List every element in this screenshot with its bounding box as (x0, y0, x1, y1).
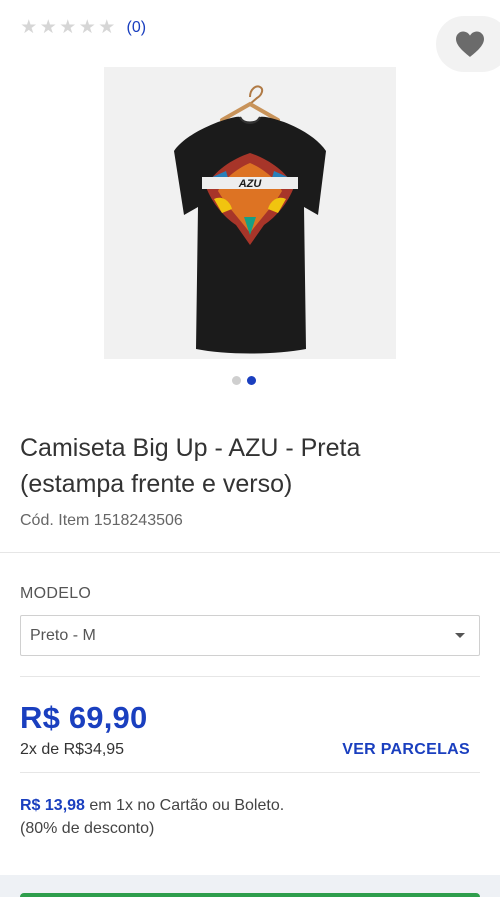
installments-text: 2x de R$34,95 (20, 741, 125, 758)
heart-icon (456, 31, 484, 57)
favorite-button[interactable] (436, 16, 500, 72)
modelo-selected-value: Preto - M (30, 626, 96, 644)
buy-button[interactable] (20, 893, 480, 897)
star-icon: ★ (98, 17, 116, 38)
divider (20, 772, 480, 773)
discount-offer: R$ 13,98 em 1x no Cartão ou Boleto. (20, 794, 284, 817)
modelo-select[interactable]: Preto - M (20, 615, 480, 656)
carousel-dots (232, 376, 256, 385)
star-icon: ★ (39, 17, 57, 38)
product-price: R$ 69,90 (20, 700, 148, 735)
product-title: Camiseta Big Up - AZU - Preta (estampa f… (20, 434, 361, 498)
discount-price: R$ 13,98 (20, 797, 85, 814)
rating-count-link[interactable]: (0) (127, 19, 147, 37)
ver-parcelas-link[interactable]: VER PARCELAS (342, 741, 470, 759)
rating-stars: ★ ★ ★ ★ ★ (20, 18, 116, 38)
star-icon: ★ (20, 17, 38, 38)
item-code: Cód. Item 1518243506 (20, 512, 183, 529)
discount-text: em 1x no Cartão ou Boleto. (84, 797, 285, 814)
tshirt-image: AZU (104, 67, 396, 359)
carousel-dot[interactable] (232, 376, 241, 385)
divider (0, 552, 500, 553)
svg-text:AZU: AZU (238, 178, 263, 190)
discount-note: (80% de desconto) (20, 820, 155, 837)
star-icon: ★ (59, 17, 77, 38)
star-icon: ★ (78, 17, 96, 38)
product-image[interactable]: AZU (104, 67, 396, 359)
caret-down-icon (455, 633, 465, 638)
modelo-label: MODELO (20, 585, 92, 602)
divider (20, 676, 480, 677)
product-rating[interactable]: ★ ★ ★ ★ ★ (0) (20, 18, 146, 38)
carousel-dot-active[interactable] (247, 376, 256, 385)
